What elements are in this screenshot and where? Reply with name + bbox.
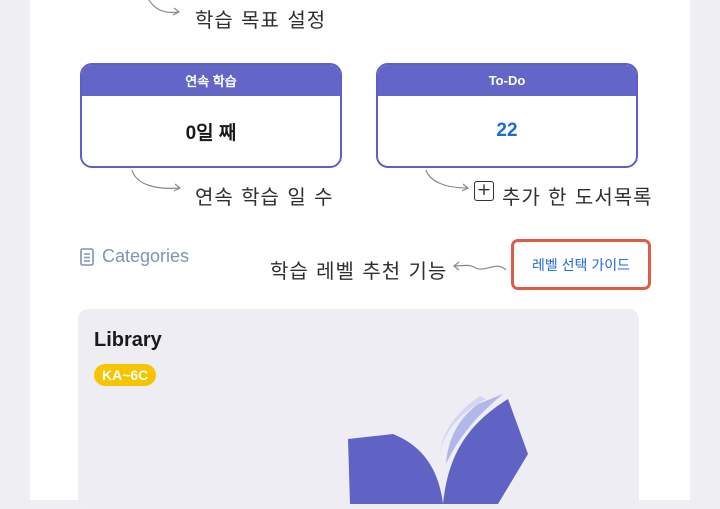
- library-title: Library: [94, 329, 162, 351]
- categories-label: Categories: [102, 246, 190, 266]
- level-guide-button[interactable]: 레벨 선택 가이드: [511, 239, 651, 290]
- categories-section-title: Categories: [80, 246, 189, 267]
- todo-card[interactable]: To-Do 22: [376, 63, 638, 168]
- level-recommend-annotation: 학습 레벨 추천 기능: [270, 259, 448, 283]
- streak-card[interactable]: 연속 학습 0일 째: [80, 63, 342, 168]
- streak-card-title: 연속 학습: [82, 65, 340, 96]
- streak-days-annotation: 연속 학습 일 수: [195, 185, 334, 209]
- goal-annotation-arrow: [148, 0, 181, 16]
- plus-icon: +: [474, 181, 494, 201]
- todo-annotation-arrow: [425, 169, 470, 192]
- streak-annotation-arrow: [131, 169, 182, 192]
- todo-card-title: To-Do: [378, 65, 636, 96]
- streak-card-value: 0일 째: [185, 122, 237, 144]
- added-books-annotation: 추가 한 도서목록: [502, 185, 653, 209]
- todo-card-value: 22: [496, 120, 518, 141]
- book-icon: [348, 394, 528, 504]
- document-icon: [80, 247, 94, 266]
- goal-setting-annotation: 학습 목표 설정: [195, 8, 327, 32]
- library-card[interactable]: Library KA~6C: [78, 309, 639, 509]
- level-badge: KA~6C: [94, 364, 157, 386]
- level-annotation-arrow: [453, 261, 507, 271]
